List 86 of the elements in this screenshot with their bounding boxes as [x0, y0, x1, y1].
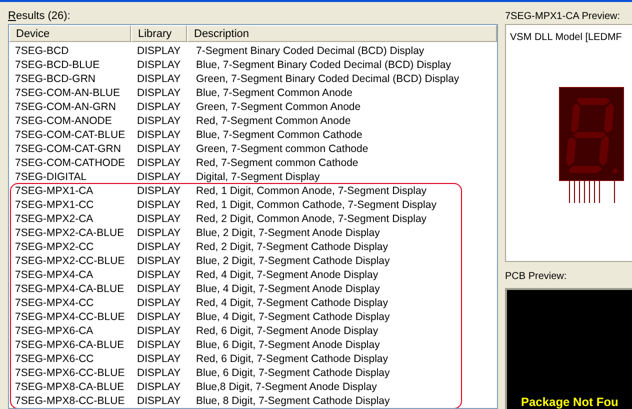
table-cell-text: 7SEG-MPX2-CC — [14, 240, 95, 254]
table-cell-text: 7SEG-MPX1-CA — [14, 184, 94, 198]
table-cell-text: 7SEG-BCD-GRN — [14, 72, 97, 86]
table-cell-text: DISPLAY — [136, 212, 182, 226]
preview-title: 7SEG-MPX1-CA Preview: — [505, 10, 620, 23]
table-cell-text: 7SEG-MPX8-CA-BLUE — [14, 380, 126, 394]
table-cell-text: 7SEG-MPX1-CC — [14, 198, 95, 212]
table-cell-text: DISPLAY — [136, 170, 182, 184]
table-cell-text: DISPLAY — [136, 394, 182, 408]
table-cell-text: DISPLAY — [136, 352, 182, 366]
table-cell-text: DISPLAY — [136, 58, 182, 72]
model-text: VSM DLL Model [LEDMF — [510, 31, 622, 44]
table-cell-text: 7SEG-MPX6-CC — [14, 352, 95, 366]
table-cell-text: Blue, 4 Digit, 7-Segment Cathode Display — [195, 310, 391, 324]
table-cell-text: DISPLAY — [136, 240, 182, 254]
table-cell-text: Blue,8 Digit, 7-Segment Anode Display — [195, 380, 378, 394]
table-cell-text: DISPLAY — [136, 310, 182, 324]
table-cell-text: DISPLAY — [136, 86, 182, 100]
table-cell-text: Red, 2 Digit, 7-Segment Cathode Display — [195, 240, 390, 254]
table-cell-text: DISPLAY — [136, 100, 182, 114]
table-cell-text: DISPLAY — [136, 268, 182, 282]
table-cell-text: Blue, 2 Digit, 7-Segment Anode Display — [195, 226, 381, 240]
table-cell-text: Digital, 7-Segment Display — [195, 170, 321, 184]
table-cell-text: DISPLAY — [136, 114, 182, 128]
table-cell-text: 7SEG-MPX2-CA-BLUE — [14, 226, 126, 240]
table-cell-text: DISPLAY — [136, 338, 182, 352]
table-cell-text: 7SEG-COM-CAT-GRN — [14, 142, 122, 156]
table-cell-text: DISPLAY — [136, 142, 182, 156]
column-header[interactable]: Library — [131, 25, 187, 42]
table-cell-text: Blue, 8 Digit, 7-Segment Cathode Display — [195, 394, 391, 408]
table-cell-text: Blue, 2 Digit, 7-Segment Cathode Display — [195, 254, 391, 268]
table-cell-text: 7SEG-MPX6-CC-BLUE — [14, 366, 126, 380]
table-cell-text: DISPLAY — [136, 198, 182, 212]
table-cell-text: DISPLAY — [136, 128, 182, 142]
table-cell-text: DISPLAY — [136, 380, 182, 394]
table-cell-text: Red, 7-Segment common Cathode — [195, 156, 360, 170]
table-cell-text: 7SEG-COM-AN-GRN — [14, 100, 117, 114]
table-cell-text: 7SEG-MPX2-CC-BLUE — [14, 254, 126, 268]
table-cell-text: 7SEG-DIGITAL — [14, 170, 88, 184]
table-cell-text: Green, 7-Segment Binary Coded Decimal (BCD) Display — [195, 72, 460, 86]
table-cell-text: 7SEG-BCD-BLUE — [14, 58, 101, 72]
table-cell-text: 7SEG-MPX6-CA — [14, 324, 94, 338]
column-header[interactable]: Description — [187, 25, 497, 42]
table-cell-text: DISPLAY — [136, 44, 182, 58]
table-cell-text: 7SEG-MPX8-CC-BLUE — [14, 394, 126, 408]
table-cell-text: DISPLAY — [136, 226, 182, 240]
table-cell-text: DISPLAY — [136, 366, 182, 380]
pcb-preview-title: PCB Preview: — [505, 270, 567, 283]
table-cell-text: Red, 1 Digit, Common Cathode, 7-Segment Display — [195, 198, 438, 212]
table-cell-text: Blue, 7-Segment Binary Coded Decimal (BCD) Display — [195, 58, 452, 72]
table-cell-text: 7SEG-MPX4-CA-BLUE — [14, 282, 126, 296]
table-cell-text: 7SEG-MPX4-CA — [14, 268, 94, 282]
table-cell-text: Blue, 4 Digit, 7-Segment Anode Display — [195, 282, 381, 296]
table-cell-text: Blue, 7-Segment Common Cathode — [195, 128, 364, 142]
column-header[interactable]: Device — [9, 25, 131, 42]
table-cell-text: 7SEG-MPX2-CA — [14, 212, 94, 226]
table-cell-text: 7-Segment Binary Coded Decimal (BCD) Display — [195, 44, 426, 58]
table-cell-text: Blue, 6 Digit, 7-Segment Cathode Display — [195, 366, 391, 380]
table-cell-text: 7SEG-BCD — [14, 44, 70, 58]
table-cell-text: DISPLAY — [136, 156, 182, 170]
table-cell-text: DISPLAY — [136, 282, 182, 296]
table-cell-text: 7SEG-MPX4-CC — [14, 296, 95, 310]
table-cell-text: DISPLAY — [136, 324, 182, 338]
table-cell-text: 7SEG-COM-CATHODE — [14, 156, 126, 170]
table-cell-text: Blue, 6 Digit, 7-Segment Anode Display — [195, 338, 381, 352]
table-cell-text: 7SEG-COM-AN-BLUE — [14, 86, 122, 100]
table-cell-text: Blue, 7-Segment Common Anode — [195, 86, 354, 100]
table-cell-text: Red, 1 Digit, Common Anode, 7-Segment Display — [195, 184, 428, 198]
table-cell-text: Red, 4 Digit, 7-Segment Cathode Display — [195, 296, 390, 310]
table-cell-text: 7SEG-MPX6-CA-BLUE — [14, 338, 126, 352]
table-cell-text: Red, 4 Digit, 7-Segment Anode Display — [195, 268, 380, 282]
table-cell-text: 7SEG-COM-ANODE — [14, 114, 113, 128]
table-cell-text: DISPLAY — [136, 296, 182, 310]
results-label: Results (26): — [8, 10, 70, 23]
table-cell-text: 7SEG-MPX4-CC-BLUE — [14, 310, 126, 324]
table-cell-text: Green, 7-Segment Common Anode — [195, 100, 362, 114]
table-cell-text: DISPLAY — [136, 254, 182, 268]
table-cell-text: Green, 7-Segment common Cathode — [195, 142, 370, 156]
table-cell-text: DISPLAY — [136, 72, 182, 86]
table-cell-text: Red, 7-Segment Common Anode — [195, 114, 352, 128]
table-cell-text: Red, 6 Digit, 7-Segment Anode Display — [195, 324, 380, 338]
table-cell-text: Red, 2 Digit, Common Anode, 7-Segment Display — [195, 212, 428, 226]
table-cell-text: Red, 6 Digit, 7-Segment Cathode Display — [195, 352, 390, 366]
table-cell-text: 7SEG-COM-CAT-BLUE — [14, 128, 126, 142]
package-not-found-message: Package Not Fou — [521, 395, 618, 409]
table-cell-text: DISPLAY — [136, 184, 182, 198]
